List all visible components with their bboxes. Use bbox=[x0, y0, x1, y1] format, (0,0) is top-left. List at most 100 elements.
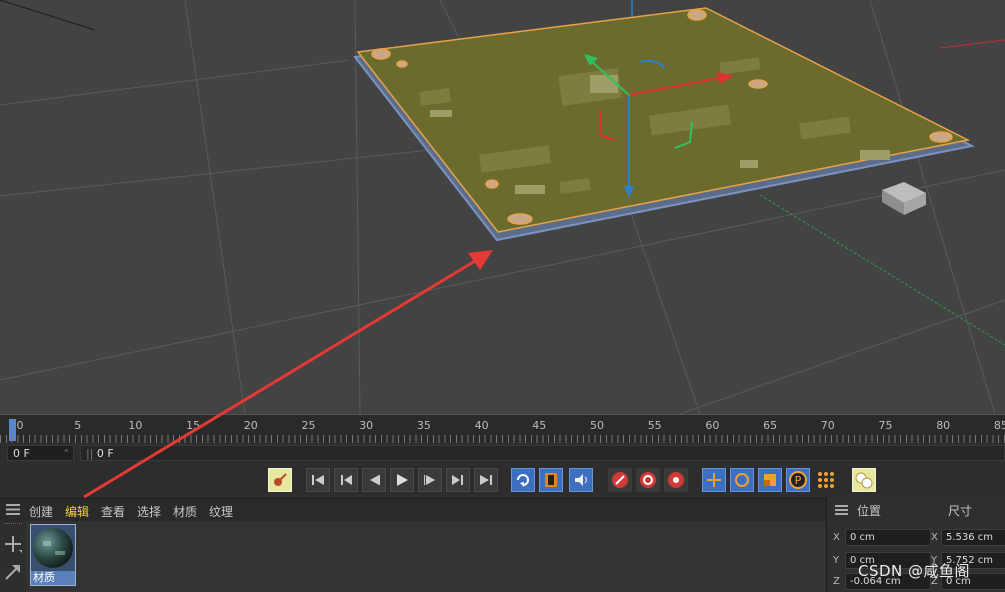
3d-viewport[interactable] bbox=[0, 0, 1005, 414]
pcb-board[interactable] bbox=[353, 7, 976, 242]
parameter-p-icon: P bbox=[789, 471, 807, 489]
position-header: 位置 bbox=[857, 504, 882, 518]
arrow-tool-button[interactable] bbox=[3, 562, 23, 582]
skip-start-icon bbox=[312, 475, 324, 485]
hamburger-menu-icon[interactable] bbox=[6, 504, 20, 518]
material-thumbnail[interactable]: 材质 bbox=[30, 524, 76, 586]
size-x-label: X bbox=[931, 532, 938, 543]
key-icon bbox=[274, 473, 287, 486]
timeline-tick-label: 85 bbox=[993, 419, 1005, 432]
position-x-field[interactable]: 0 cm bbox=[845, 529, 931, 546]
timeline-tick-label: 40 bbox=[474, 419, 489, 432]
move-icon bbox=[707, 473, 721, 487]
size-x-value: 5.536 cm bbox=[946, 532, 994, 543]
timeline-tick-label: 65 bbox=[763, 419, 778, 432]
range-field-value: 0 F bbox=[96, 447, 114, 460]
material-name-label: 材质 bbox=[31, 571, 75, 585]
timeline-tick-label: 10 bbox=[128, 419, 143, 432]
stepper-icon[interactable]: ⌃ bbox=[62, 446, 70, 462]
timeline-tick-label: 20 bbox=[243, 419, 258, 432]
point-level-key-button[interactable] bbox=[814, 468, 838, 492]
current-frame-value: 0 F bbox=[13, 447, 30, 460]
rotation-key-button[interactable] bbox=[730, 468, 754, 492]
next-key-button[interactable] bbox=[446, 468, 470, 492]
keyframe-record-button[interactable] bbox=[268, 468, 292, 492]
position-x-value: 0 cm bbox=[850, 532, 875, 543]
diagonal-arrow-icon bbox=[5, 565, 20, 580]
go-to-start-button[interactable] bbox=[306, 468, 330, 492]
coords-menu-icon[interactable] bbox=[835, 505, 848, 518]
play-icon bbox=[397, 474, 408, 486]
timeline-tick-label: 55 bbox=[647, 419, 662, 432]
svg-text:P: P bbox=[795, 474, 802, 487]
timeline-ticks bbox=[0, 435, 1005, 443]
add-material-button[interactable] bbox=[3, 534, 23, 554]
keyframe-selection-button[interactable] bbox=[664, 468, 688, 492]
red-axis-line bbox=[939, 39, 1005, 49]
viewport-scene bbox=[0, 0, 1005, 414]
panel-grip bbox=[4, 523, 22, 526]
next-key-icon bbox=[452, 475, 463, 485]
play-button[interactable] bbox=[390, 468, 414, 492]
loop-button[interactable] bbox=[511, 468, 535, 492]
material-sphere-icon bbox=[33, 528, 73, 568]
scale-icon bbox=[764, 474, 776, 486]
timeline-tick-label: 45 bbox=[532, 419, 547, 432]
previous-frame-button[interactable] bbox=[362, 468, 386, 492]
timeline-tick-label: 5 bbox=[74, 419, 82, 432]
timeline-tick-label: 35 bbox=[416, 419, 431, 432]
range-handle-icon: || bbox=[86, 447, 94, 460]
loop-icon bbox=[517, 474, 529, 487]
material-sidebar-tools bbox=[0, 521, 26, 592]
position-key-button[interactable] bbox=[702, 468, 726, 492]
timeline-tick-label: 60 bbox=[705, 419, 720, 432]
menu-edit[interactable]: 编辑 bbox=[65, 503, 89, 520]
sound-button[interactable] bbox=[569, 468, 593, 492]
speaker-icon bbox=[575, 474, 587, 486]
timeline-tick-label: 70 bbox=[820, 419, 835, 432]
scale-key-button[interactable] bbox=[758, 468, 782, 492]
previous-key-button[interactable] bbox=[334, 468, 358, 492]
menu-texture[interactable]: 纹理 bbox=[209, 503, 233, 520]
timeline-tick-label: 80 bbox=[936, 419, 951, 432]
menu-select[interactable]: 选择 bbox=[137, 503, 161, 520]
timeline-tick-label: 15 bbox=[186, 419, 201, 432]
skip-end-icon bbox=[480, 475, 492, 485]
green-axis-line bbox=[759, 194, 1005, 346]
dots-grid-icon bbox=[818, 472, 834, 488]
material-manager-menubar: 创建 编辑 查看 选择 材质 纹理 bbox=[0, 498, 826, 521]
autokeying-button[interactable] bbox=[636, 468, 660, 492]
autokey-icon bbox=[640, 472, 656, 488]
pos-y-label: Y bbox=[833, 555, 840, 566]
menu-material[interactable]: 材质 bbox=[173, 503, 197, 520]
parameter-key-button[interactable]: P bbox=[786, 468, 810, 492]
record-active-objects-button[interactable] bbox=[608, 468, 632, 492]
timeline-ruler[interactable]: 0 5 10 15 20 25 30 35 40 45 50 55 60 65 70 75 80 85 bbox=[0, 414, 1005, 443]
next-frame-button[interactable] bbox=[418, 468, 442, 492]
go-to-end-button[interactable] bbox=[474, 468, 498, 492]
plus-icon bbox=[5, 536, 22, 553]
menu-create[interactable]: 创建 bbox=[29, 503, 53, 520]
watermark-text: CSDN @咸鱼阁 bbox=[858, 562, 971, 580]
prev-frame-icon bbox=[370, 475, 380, 485]
current-frame-field[interactable]: 0 F ⌃ bbox=[7, 445, 74, 461]
frame-bar: 0 F ⌃ || 0 F bbox=[0, 443, 1005, 463]
material-panel: 材质 bbox=[0, 521, 826, 592]
timeline-tick-label: 0 bbox=[16, 419, 24, 432]
spheres-icon bbox=[855, 472, 873, 489]
record-key-icon bbox=[612, 472, 628, 488]
timeline-tick-label: 30 bbox=[359, 419, 374, 432]
rotate-icon bbox=[735, 473, 749, 487]
timeline-tick-label: 25 bbox=[301, 419, 316, 432]
prev-key-icon bbox=[341, 475, 352, 485]
film-icon bbox=[545, 473, 557, 487]
film-button[interactable] bbox=[539, 468, 563, 492]
pos-x-label: X bbox=[833, 532, 840, 543]
scheme-button[interactable] bbox=[852, 468, 876, 492]
menu-view[interactable]: 查看 bbox=[101, 503, 125, 520]
gear-key-icon bbox=[668, 472, 684, 488]
cube-object[interactable] bbox=[882, 182, 926, 215]
size-x-field[interactable]: 5.536 cm bbox=[941, 529, 1005, 546]
frame-range-field[interactable]: || 0 F bbox=[80, 445, 1005, 461]
size-header: 尺寸 bbox=[948, 504, 973, 518]
